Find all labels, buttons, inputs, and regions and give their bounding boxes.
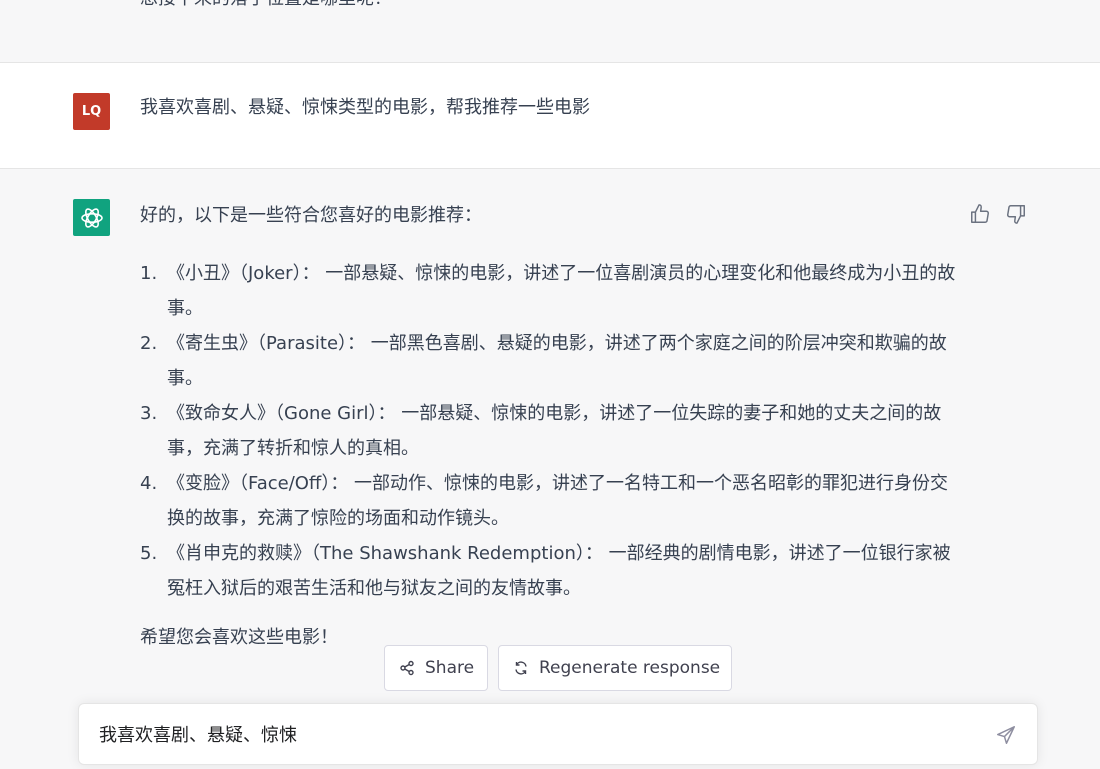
list-item-number: 5. xyxy=(140,543,158,564)
assistant-avatar xyxy=(73,199,110,236)
message-input[interactable]: 我喜欢喜剧、悬疑、惊悚 xyxy=(99,721,297,747)
list-item-text: 《寄生虫》（Parasite）： 一部黑色喜剧、悬疑的电影，讲述了两个家庭之间的… xyxy=(167,333,947,389)
thumbs-down-icon[interactable] xyxy=(1005,203,1027,225)
assistant-message-content: 好的，以下是一些符合您喜好的电影推荐： 1. 《小丑》（Joker）： 一部悬疑、… xyxy=(140,202,960,652)
list-item-number: 2. xyxy=(140,333,158,354)
user-message-text: 我喜欢喜剧、悬疑、惊悚类型的电影，帮我推荐一些电影 xyxy=(140,97,590,118)
share-button[interactable]: Share xyxy=(384,645,488,691)
send-icon[interactable] xyxy=(995,724,1017,746)
message-composer[interactable]: 我喜欢喜剧、悬疑、惊悚 xyxy=(78,703,1038,765)
list-item: 3. 《致命女人》（Gone Girl）： 一部悬疑、惊悚的电影，讲述了一位失踪的… xyxy=(140,396,962,466)
list-item-number: 1. xyxy=(140,263,158,284)
list-item: 5. 《肖申克的救赎》（The Shawshank Redemption）： 一部… xyxy=(140,536,962,606)
previous-message-text: 想接下来的落子位置是哪里呢？ xyxy=(140,0,392,10)
list-item: 2. 《寄生虫》（Parasite）： 一部黑色喜剧、悬疑的电影，讲述了两个家庭之… xyxy=(140,326,962,396)
regenerate-response-button[interactable]: Regenerate response xyxy=(498,645,732,691)
list-item-text: 《变脸》（Face/Off）： 一部动作、惊悚的电影，讲述了一名特工和一个恶名昭… xyxy=(167,473,949,529)
previous-assistant-message: 想接下来的落子位置是哪里呢？ xyxy=(0,0,1100,63)
movie-list: 1. 《小丑》（Joker）： 一部悬疑、惊悚的电影，讲述了一位喜剧演员的心理变化… xyxy=(140,256,960,606)
regenerate-button-label: Regenerate response xyxy=(539,658,721,678)
share-icon xyxy=(400,660,414,676)
list-item-text: 《肖申克的救赎》（The Shawshank Redemption）： 一部经典… xyxy=(167,543,951,599)
user-avatar: LQ xyxy=(73,93,110,130)
list-item-number: 3. xyxy=(140,403,158,424)
assistant-intro: 好的，以下是一些符合您喜好的电影推荐： xyxy=(140,205,482,226)
refresh-icon xyxy=(515,661,527,675)
list-item-number: 4. xyxy=(140,473,158,494)
list-item-text: 《小丑》（Joker）： 一部悬疑、惊悚的电影，讲述了一位喜剧演员的心理变化和他… xyxy=(167,263,956,319)
list-item: 4. 《变脸》（Face/Off）： 一部动作、惊悚的电影，讲述了一名特工和一个恶… xyxy=(140,466,962,536)
thumbs-up-icon[interactable] xyxy=(969,203,991,225)
user-message-row: LQ 我喜欢喜剧、悬疑、惊悚类型的电影，帮我推荐一些电影 xyxy=(0,63,1100,169)
list-item: 1. 《小丑》（Joker）： 一部悬疑、惊悚的电影，讲述了一位喜剧演员的心理变化… xyxy=(140,256,962,326)
list-item-text: 《致命女人》（Gone Girl）： 一部悬疑、惊悚的电影，讲述了一位失踪的妻子… xyxy=(167,403,942,459)
openai-logo-icon xyxy=(80,207,103,228)
share-button-label: Share xyxy=(425,658,475,678)
